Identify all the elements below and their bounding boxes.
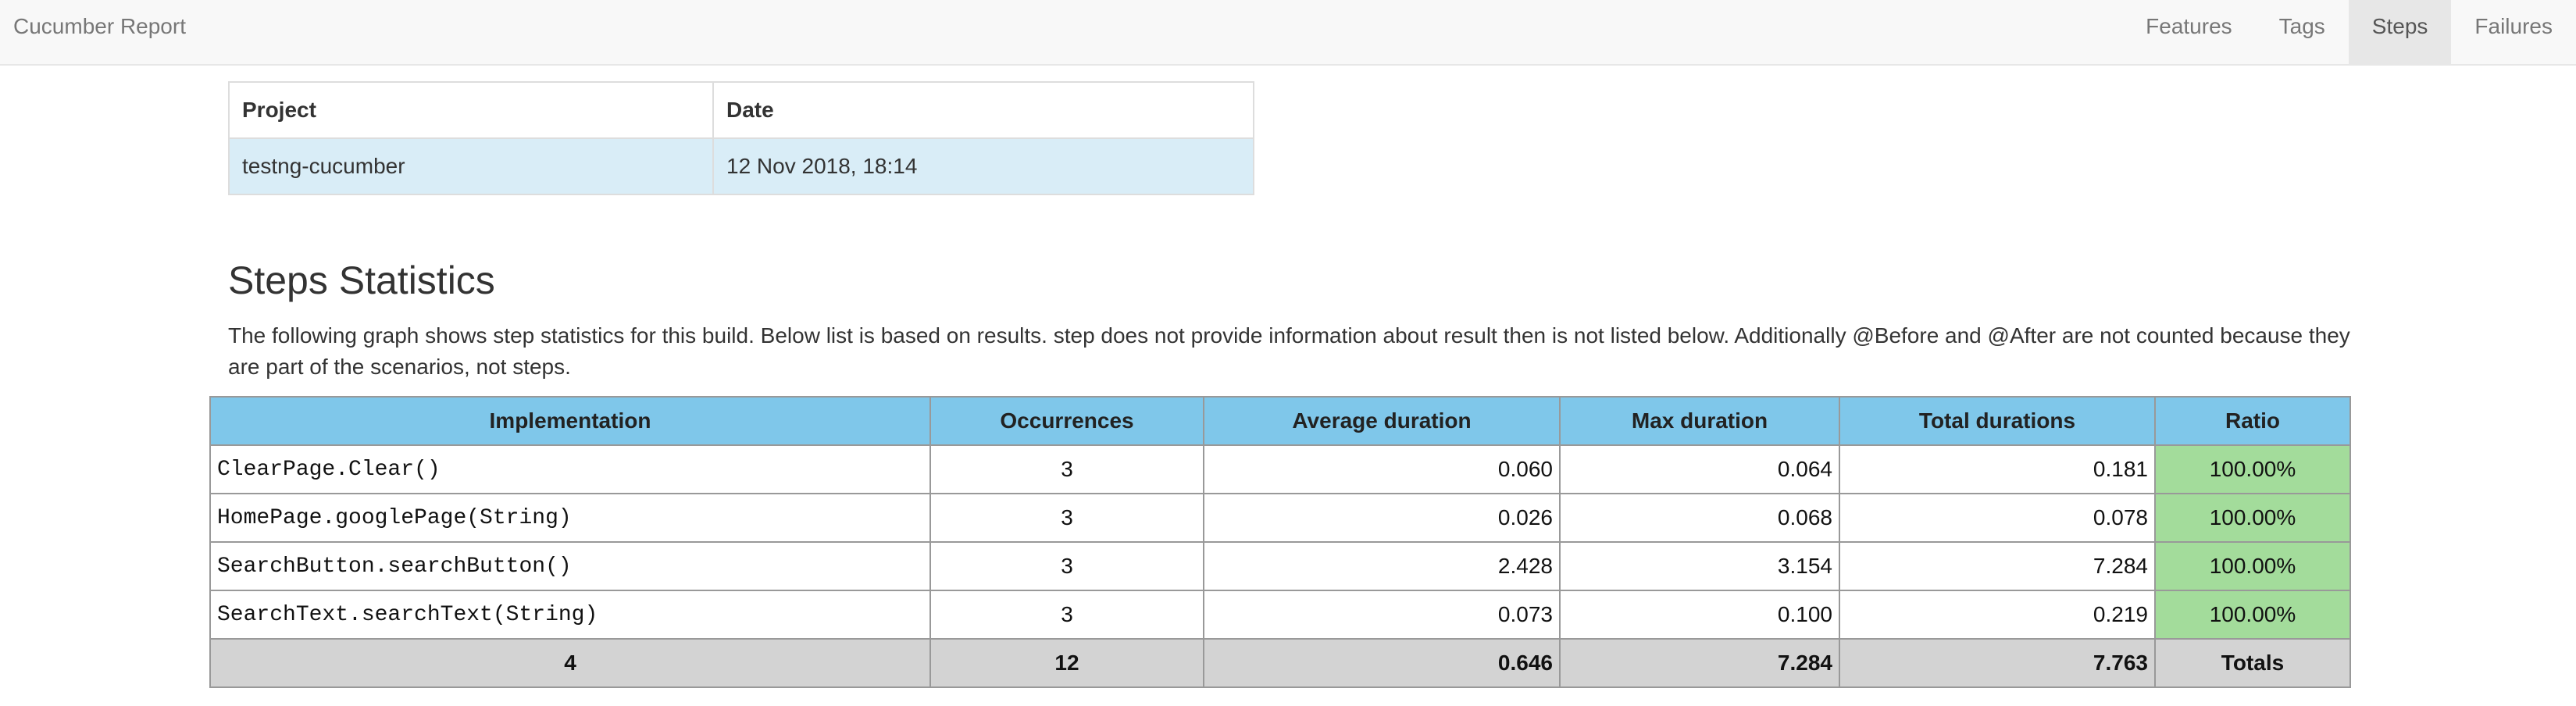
cell-total-durations: 0.219 (1839, 590, 2156, 640)
cell-ratio: 100.00% (2154, 444, 2351, 494)
cell-implementation: ClearPage.Clear() (209, 444, 931, 494)
cell-total-durations: 0.078 (1839, 493, 2156, 543)
cell-total-durations: 0.181 (1839, 444, 2156, 494)
totals-row: 4 12 0.646 7.284 7.763 Totals (209, 638, 2351, 688)
project-info-table: Project Date testng-cucumber 12 Nov 2018… (228, 81, 1254, 195)
cell-max-duration: 3.154 (1559, 541, 1840, 591)
date-header: Date (712, 81, 1254, 139)
col-header-implementation[interactable]: Implementation (209, 396, 931, 446)
cell-max-duration: 0.100 (1559, 590, 1840, 640)
table-row: ClearPage.Clear() 3 0.060 0.064 0.181 10… (209, 444, 2351, 494)
cell-occurrences: 3 (929, 493, 1204, 543)
section-description: The following graph shows step statistic… (228, 323, 2350, 379)
nav-item-steps[interactable]: Steps (2348, 0, 2452, 64)
table-row: HomePage.googlePage(String) 3 0.026 0.06… (209, 493, 2351, 543)
table-row: SearchText.searchText(String) 3 0.073 0.… (209, 590, 2351, 640)
project-name: testng-cucumber (228, 137, 714, 195)
cell-implementation: SearchButton.searchButton() (209, 541, 931, 591)
col-header-total-durations[interactable]: Total durations (1839, 396, 2156, 446)
steps-stats-table: Implementation Occurrences Average durat… (209, 396, 2351, 688)
nav-menu: Features Tags Steps Failures (2122, 0, 2576, 64)
table-header-row: Implementation Occurrences Average durat… (209, 396, 2351, 446)
col-header-average-duration[interactable]: Average duration (1203, 396, 1561, 446)
navbar: Cucumber Report Features Tags Steps Fail… (0, 0, 2576, 66)
cell-occurrences: 3 (929, 444, 1204, 494)
col-header-max-duration[interactable]: Max duration (1559, 396, 1840, 446)
cell-implementation: SearchText.searchText(String) (209, 590, 931, 640)
cell-average-duration: 0.060 (1203, 444, 1561, 494)
cell-implementation: HomePage.googlePage(String) (209, 493, 931, 543)
total-average-duration: 0.646 (1203, 638, 1561, 688)
total-implementations: 4 (209, 638, 931, 688)
total-max-duration: 7.284 (1559, 638, 1840, 688)
total-occurrences: 12 (929, 638, 1204, 688)
cell-max-duration: 0.068 (1559, 493, 1840, 543)
cell-average-duration: 2.428 (1203, 541, 1561, 591)
table-row: SearchButton.searchButton() 3 2.428 3.15… (209, 541, 2351, 591)
totals-label: Totals (2154, 638, 2351, 688)
cell-ratio: 100.00% (2154, 590, 2351, 640)
section-title: Steps Statistics (228, 259, 495, 302)
cell-ratio: 100.00% (2154, 493, 2351, 543)
col-header-occurrences[interactable]: Occurrences (929, 396, 1204, 446)
cell-total-durations: 7.284 (1839, 541, 2156, 591)
cell-average-duration: 0.026 (1203, 493, 1561, 543)
project-header: Project (228, 81, 714, 139)
col-header-ratio[interactable]: Ratio (2154, 396, 2351, 446)
build-date: 12 Nov 2018, 18:14 (712, 137, 1254, 195)
cell-ratio: 100.00% (2154, 541, 2351, 591)
nav-item-features[interactable]: Features (2122, 0, 2256, 64)
cell-max-duration: 0.064 (1559, 444, 1840, 494)
nav-item-tags[interactable]: Tags (2256, 0, 2349, 64)
total-durations: 7.763 (1839, 638, 2156, 688)
cell-occurrences: 3 (929, 590, 1204, 640)
nav-item-failures[interactable]: Failures (2451, 0, 2576, 64)
cell-average-duration: 0.073 (1203, 590, 1561, 640)
cell-occurrences: 3 (929, 541, 1204, 591)
brand-link[interactable]: Cucumber Report (13, 0, 186, 66)
